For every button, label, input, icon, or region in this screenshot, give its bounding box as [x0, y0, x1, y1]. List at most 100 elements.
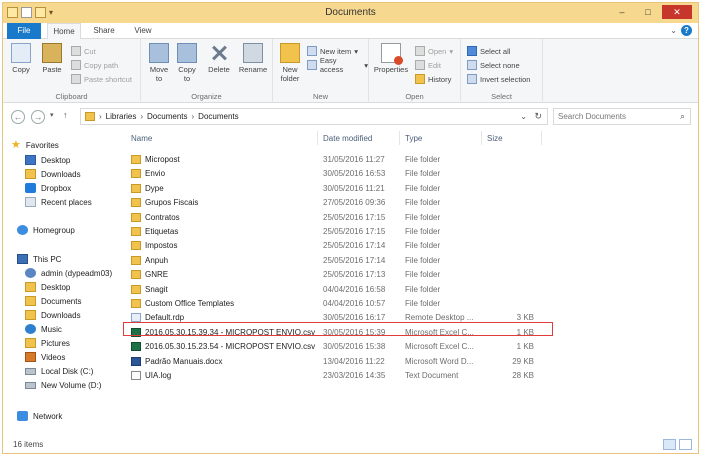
nav-item-new-volume[interactable]: New Volume (D:) — [25, 378, 101, 392]
file-row[interactable]: 2016.05.30.15.23.54 - MICROPOST ENVIO.cs… — [121, 340, 698, 354]
nav-item-downloads-pc[interactable]: Downloads — [25, 308, 81, 322]
file-row[interactable]: Micropost 31/05/2016 11:27 File folder — [121, 153, 698, 167]
minimize-button[interactable]: – — [610, 5, 634, 19]
tab-file[interactable]: File — [7, 23, 41, 39]
file-type: Microsoft Excel C... — [405, 342, 474, 352]
file-row[interactable]: Dype 30/05/2016 11:21 File folder — [121, 182, 698, 196]
file-row[interactable]: Impostos 25/05/2016 17:14 File folder — [121, 239, 698, 253]
history-icon — [415, 74, 425, 84]
cut-button[interactable]: Cut — [71, 45, 96, 57]
nav-item-documents[interactable]: Documents — [25, 294, 81, 308]
ribbon-tabs: File Home Share View ⌄ ? — [3, 23, 698, 40]
file-row[interactable]: UIA.log 23/03/2016 14:35 Text Document 28 K… — [121, 369, 698, 383]
nav-homegroup[interactable]: Homegroup — [17, 223, 75, 237]
back-arrow-icon[interactable]: ← — [11, 110, 25, 124]
select-all-button[interactable]: Select all — [467, 45, 510, 57]
file-name: UIA.log — [145, 371, 172, 380]
videos-icon — [25, 352, 36, 362]
nav-item-pictures[interactable]: Pictures — [25, 336, 70, 350]
nav-item-label: Local Disk (C:) — [41, 366, 94, 376]
properties-button[interactable]: Properties — [373, 43, 409, 74]
nav-favorites[interactable]: ★ Favorites — [11, 138, 59, 152]
nav-item-admin[interactable]: admin (dypeadm03) — [25, 266, 112, 280]
nav-item-desktop-pc[interactable]: Desktop — [25, 280, 70, 294]
file-row[interactable]: Padrão Manuais.docx 13/04/2016 11:22 Micro… — [121, 355, 698, 369]
column-header-type[interactable]: Type — [405, 134, 422, 143]
file-row[interactable]: Etiquetas 25/05/2016 17:15 File folder — [121, 225, 698, 239]
details-view-icon[interactable] — [663, 439, 676, 450]
minimize-ribbon-chevron-icon[interactable]: ⌄ — [670, 26, 677, 35]
forward-arrow-icon[interactable]: → — [31, 110, 45, 124]
copy-to-label: Copy to — [178, 65, 196, 83]
breadcrumb-documents-library[interactable]: Documents — [147, 112, 187, 121]
move-to-button[interactable]: Move to — [147, 43, 171, 83]
rename-button[interactable]: Rename — [237, 43, 269, 74]
help-icon[interactable]: ? — [681, 25, 692, 36]
nav-item-recent-places[interactable]: Recent places — [25, 195, 92, 209]
edit-button[interactable]: Edit — [415, 59, 441, 71]
invert-selection-button[interactable]: Invert selection — [467, 73, 530, 85]
explorer-window: ▾ Documents – □ ✕ File Home Share View ⌄… — [2, 2, 699, 454]
nav-item-downloads[interactable]: Downloads — [25, 167, 81, 181]
search-box[interactable]: Search Documents ⌕ — [553, 108, 691, 125]
folder-icon — [131, 183, 141, 193]
select-none-button[interactable]: Select none — [467, 59, 520, 71]
copy-button[interactable]: Copy — [9, 43, 33, 74]
refresh-icon[interactable]: ↻ — [534, 111, 542, 122]
file-date: 25/05/2016 17:15 — [323, 227, 386, 236]
paste-shortcut-button[interactable]: Paste shortcut — [71, 73, 132, 85]
large-icons-view-icon[interactable] — [679, 439, 692, 450]
new-folder-button[interactable]: New folder — [277, 43, 303, 83]
breadcrumb-libraries[interactable]: Libraries — [106, 112, 137, 121]
file-row[interactable]: GNRE 25/05/2016 17:13 File folder — [121, 268, 698, 282]
folder-icon — [131, 227, 141, 236]
search-icon[interactable]: ⌕ — [680, 111, 685, 122]
nav-item-music[interactable]: Music — [25, 322, 62, 336]
file-row[interactable]: Envio 30/05/2016 16:53 File folder — [121, 167, 698, 181]
file-row[interactable]: Anpuh 25/05/2016 17:14 File folder — [121, 254, 698, 268]
recent-locations-chevron-icon[interactable]: ▾ — [50, 111, 54, 119]
navigation-pane: ★ Favorites Desktop Downloads Dropbox Re… — [3, 129, 121, 434]
file-row[interactable]: Snagit 04/04/2016 16:58 File folder — [121, 283, 698, 297]
file-name: Padrão Manuais.docx — [145, 356, 223, 366]
address-dropdown-icon[interactable]: ⌄ — [520, 112, 527, 121]
copy-path-button[interactable]: Copy path — [71, 59, 118, 71]
up-arrow-icon[interactable]: ↑ — [63, 110, 68, 120]
new-group: New folder New item ▾ Easy access ▾ New — [273, 39, 369, 103]
column-header-name[interactable]: Name — [131, 134, 152, 143]
tab-home[interactable]: Home — [47, 23, 81, 40]
nav-item-label: Recent places — [41, 197, 92, 207]
copy-path-label: Copy path — [84, 60, 119, 70]
tab-share[interactable]: Share — [89, 23, 119, 39]
column-header-size[interactable]: Size — [487, 134, 503, 143]
close-button[interactable]: ✕ — [662, 5, 692, 19]
search-input[interactable]: Search Documents — [558, 112, 626, 121]
tab-view[interactable]: View — [129, 23, 157, 39]
file-type: File folder — [405, 241, 441, 251]
nav-favorites-label: Favorites — [25, 140, 59, 150]
file-name: Anpuh — [145, 255, 169, 265]
paste-button[interactable]: Paste — [39, 43, 65, 74]
copy-to-button[interactable]: Copy to — [175, 43, 199, 83]
delete-button[interactable]: Delete — [205, 43, 233, 74]
nav-this-pc[interactable]: This PC — [17, 252, 61, 266]
open-button[interactable]: Open ▾ — [415, 45, 453, 57]
file-row[interactable]: Grupos Fiscais 27/05/2016 09:36 File folde… — [121, 196, 698, 210]
breadcrumb-documents[interactable]: Documents — [198, 112, 238, 121]
file-row[interactable]: Contratos 25/05/2016 17:15 File folder — [121, 211, 698, 225]
nav-item-desktop[interactable]: Desktop — [25, 153, 70, 167]
word-file-icon — [131, 356, 141, 366]
column-header-date[interactable]: Date modified — [323, 134, 372, 143]
nav-network[interactable]: Network — [17, 409, 62, 423]
address-bar[interactable]: › Libraries › Documents › Documents ⌄ ↻ — [80, 108, 548, 125]
file-row[interactable]: Custom Office Templates 04/04/2016 10:57 F… — [121, 297, 698, 311]
nav-item-local-disk[interactable]: Local Disk (C:) — [25, 364, 93, 378]
nav-item-videos[interactable]: Videos — [25, 350, 65, 364]
nav-item-dropbox[interactable]: Dropbox — [25, 181, 71, 195]
history-button[interactable]: History — [415, 73, 451, 85]
nav-item-label: Desktop — [41, 282, 71, 292]
disk-icon — [25, 367, 36, 375]
select-all-icon — [467, 46, 477, 56]
easy-access-button[interactable]: Easy access ▾ — [307, 56, 368, 74]
maximize-button[interactable]: □ — [636, 5, 660, 19]
